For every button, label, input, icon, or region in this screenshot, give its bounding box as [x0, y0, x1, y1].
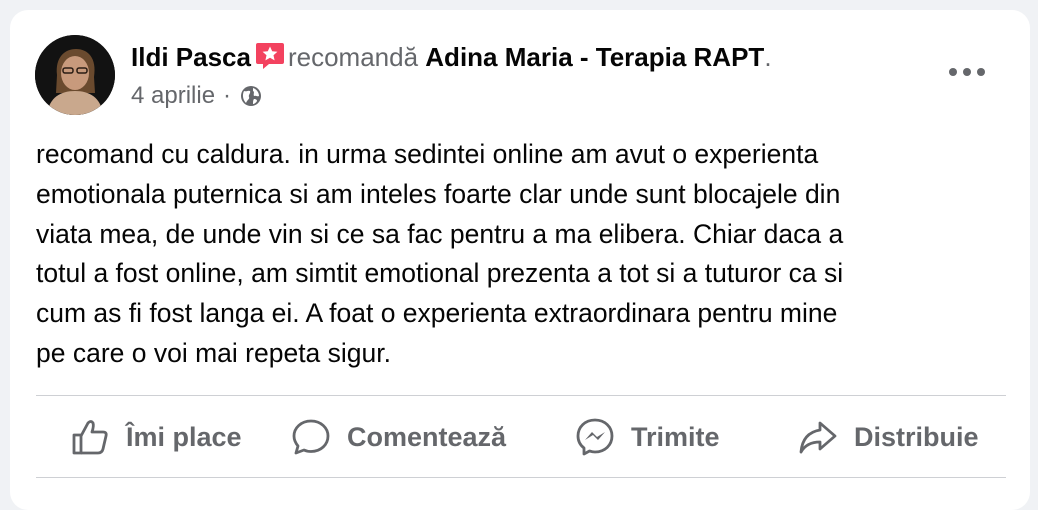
share-button[interactable]: Distribuie — [798, 410, 979, 464]
send-label: Trimite — [631, 421, 720, 452]
divider-top — [36, 395, 1006, 396]
like-button[interactable]: Îmi place — [70, 410, 242, 464]
post-meta: 4 aprilie · — [131, 80, 263, 112]
messenger-icon — [576, 418, 614, 456]
post-body: recomand cu caldura. in urma sedintei on… — [36, 139, 844, 368]
action-bar: Îmi place Comentează Trimite Distribuie — [36, 410, 1006, 464]
share-icon — [799, 421, 837, 454]
avatar-photo — [35, 35, 115, 115]
comment-label: Comentează — [347, 421, 507, 452]
comment-button[interactable]: Comentează — [291, 410, 506, 464]
avatar[interactable] — [35, 35, 115, 115]
header-period: . — [764, 42, 772, 72]
comment-icon — [292, 419, 330, 455]
post-header: Ildi Pasca recomandă Adina Maria - Terap… — [131, 40, 772, 74]
divider-bottom — [36, 477, 1006, 478]
more-options-button[interactable] — [940, 54, 994, 90]
send-button[interactable]: Trimite — [575, 410, 720, 464]
author-name[interactable]: Ildi Pasca — [131, 42, 251, 72]
globe-icon — [241, 86, 262, 106]
more-dots-icon — [949, 68, 985, 76]
page-name[interactable]: Adina Maria - Terapia RAPT — [425, 42, 764, 72]
recommends-text: recomandă — [287, 42, 419, 72]
recommend-star-icon — [255, 43, 284, 69]
post-date[interactable]: 4 aprilie — [131, 80, 215, 112]
like-label: Îmi place — [126, 421, 242, 452]
meta-separator: · — [223, 82, 232, 109]
thumbs-up-icon — [72, 420, 108, 455]
share-label: Distribuie — [854, 421, 979, 452]
post-card: Ildi Pasca recomandă Adina Maria - Terap… — [10, 10, 1030, 510]
